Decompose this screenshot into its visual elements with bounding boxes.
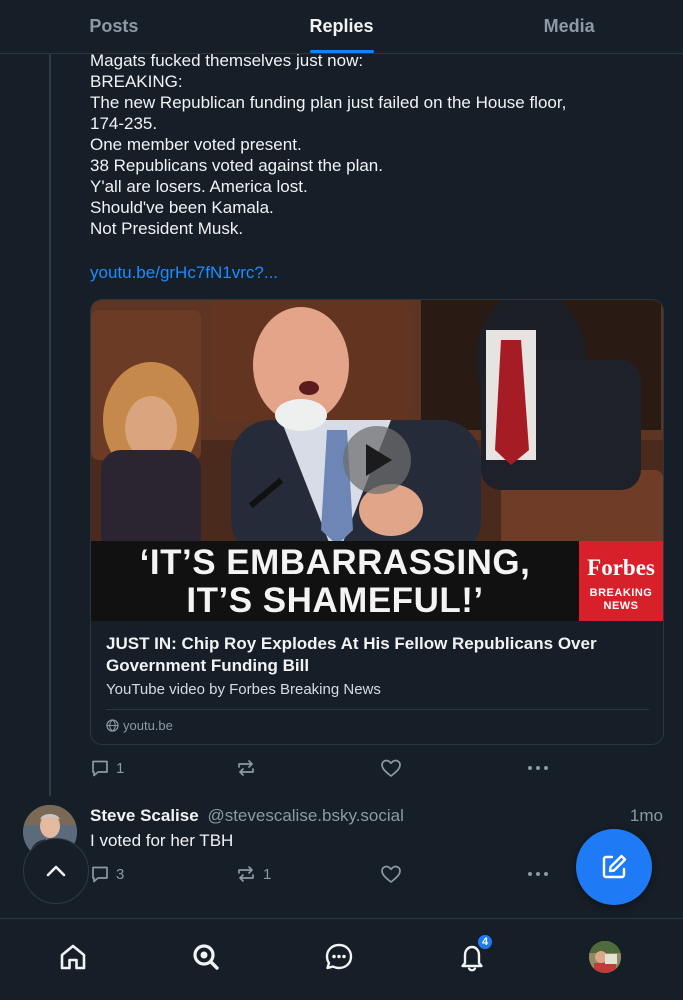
forbes-sub-line1: BREAKING xyxy=(589,587,653,599)
app-root: Posts Replies Media Magats fucked themse… xyxy=(0,0,683,1000)
reply-post-text: I voted for her TBH xyxy=(90,831,234,850)
chevron-up-icon xyxy=(46,865,66,877)
post-text: Magats fucked themselves just now: BREAK… xyxy=(90,50,650,239)
tab-replies[interactable]: Replies xyxy=(228,0,456,53)
post-line: BREAKING: xyxy=(90,72,183,91)
scroll-to-top-button[interactable] xyxy=(23,838,89,904)
compose-icon xyxy=(602,854,627,879)
more-button[interactable] xyxy=(526,864,550,884)
tab-replies-label: Replies xyxy=(309,16,374,36)
repost-button[interactable]: 1 xyxy=(235,864,271,884)
thread-line xyxy=(49,54,51,796)
ellipsis-icon xyxy=(528,872,548,876)
embed-domain-text: youtu.be xyxy=(123,718,173,733)
thumbnail-caption-line1: ‘IT’S EMBARRASSING, xyxy=(139,543,531,582)
nav-chat[interactable] xyxy=(319,937,359,977)
post-line: 38 Republicans voted against the plan. xyxy=(90,156,383,175)
tab-media[interactable]: Media xyxy=(455,0,683,53)
home-icon xyxy=(60,944,86,970)
reply-count: 3 xyxy=(116,865,125,883)
nav-home[interactable] xyxy=(53,937,93,977)
ellipsis-icon xyxy=(528,766,548,770)
play-icon xyxy=(366,444,392,476)
tab-posts-label: Posts xyxy=(89,16,139,36)
author-line[interactable]: Steve Scalise @stevescalise.bsky.social xyxy=(90,806,404,826)
reply-button[interactable]: 3 xyxy=(90,864,124,884)
post-line: Y'all are losers. America lost. xyxy=(90,177,308,196)
nav-search[interactable] xyxy=(186,937,226,977)
author-handle: @stevescalise.bsky.social xyxy=(207,806,404,825)
profile-tabs: Posts Replies Media xyxy=(0,0,683,54)
forbes-logo: Forbes xyxy=(587,555,655,580)
post-line: One member voted present. xyxy=(90,135,302,154)
post-line: The new Republican funding plan just fai… xyxy=(90,93,567,112)
globe-icon xyxy=(106,719,119,732)
reply-button[interactable]: 1 xyxy=(90,758,124,778)
compose-button[interactable] xyxy=(576,829,652,905)
tab-posts[interactable]: Posts xyxy=(0,0,228,53)
embed-domain: youtu.be xyxy=(106,718,173,733)
reply-post-actions: 3 1 xyxy=(90,864,560,888)
chat-icon xyxy=(325,943,353,970)
bottom-navigation: 4 xyxy=(0,918,683,1000)
post-actions: 1 xyxy=(90,758,560,782)
embed-title: JUST IN: Chip Roy Explodes At His Fellow… xyxy=(106,634,597,675)
thumbnail-caption-line2: IT’S SHAMEFUL!’ xyxy=(186,581,484,620)
repost-button[interactable] xyxy=(235,758,257,778)
author-name: Steve Scalise xyxy=(90,806,199,825)
repost-count: 1 xyxy=(263,865,272,883)
heart-icon xyxy=(381,865,401,883)
heart-icon xyxy=(381,759,401,777)
profile-avatar-image xyxy=(589,941,621,973)
notification-badge: 4 xyxy=(476,933,494,951)
nav-notifications[interactable]: 4 xyxy=(452,933,494,977)
forbes-sub-line2: NEWS xyxy=(603,600,639,612)
forbes-sub: BREAKING NEWS xyxy=(579,587,663,613)
post-timestamp[interactable]: 1mo xyxy=(630,806,663,826)
speech-bubble-icon xyxy=(92,866,108,883)
reply-count: 1 xyxy=(116,759,125,777)
like-button[interactable] xyxy=(380,864,402,884)
speech-bubble-icon xyxy=(92,760,108,777)
embed-description: YouTube video by Forbes Breaking News xyxy=(106,681,381,698)
post-link[interactable]: youtu.be/grHc7fN1vrc?... xyxy=(90,263,278,283)
tab-media-label: Media xyxy=(543,16,595,36)
forbes-logo-box: Forbes BREAKING NEWS xyxy=(579,541,663,621)
repost-icon xyxy=(238,760,254,776)
play-button[interactable] xyxy=(343,426,411,494)
nav-profile[interactable] xyxy=(585,937,625,977)
search-icon xyxy=(193,944,219,970)
post-line: 174-235. xyxy=(90,114,158,133)
profile-avatar xyxy=(589,941,621,973)
embed-divider xyxy=(106,709,649,710)
active-tab-indicator xyxy=(309,50,374,53)
more-button[interactable] xyxy=(526,758,550,778)
like-button[interactable] xyxy=(380,758,402,778)
post-line: Not President Musk. xyxy=(90,219,244,238)
repost-icon xyxy=(238,866,254,882)
post-line: Should've been Kamala. xyxy=(90,198,274,217)
video-thumbnail[interactable]: ‘IT’S EMBARRASSING, IT’S SHAMEFUL!’ Forb… xyxy=(91,300,663,621)
link-embed-card[interactable]: ‘IT’S EMBARRASSING, IT’S SHAMEFUL!’ Forb… xyxy=(90,299,664,745)
